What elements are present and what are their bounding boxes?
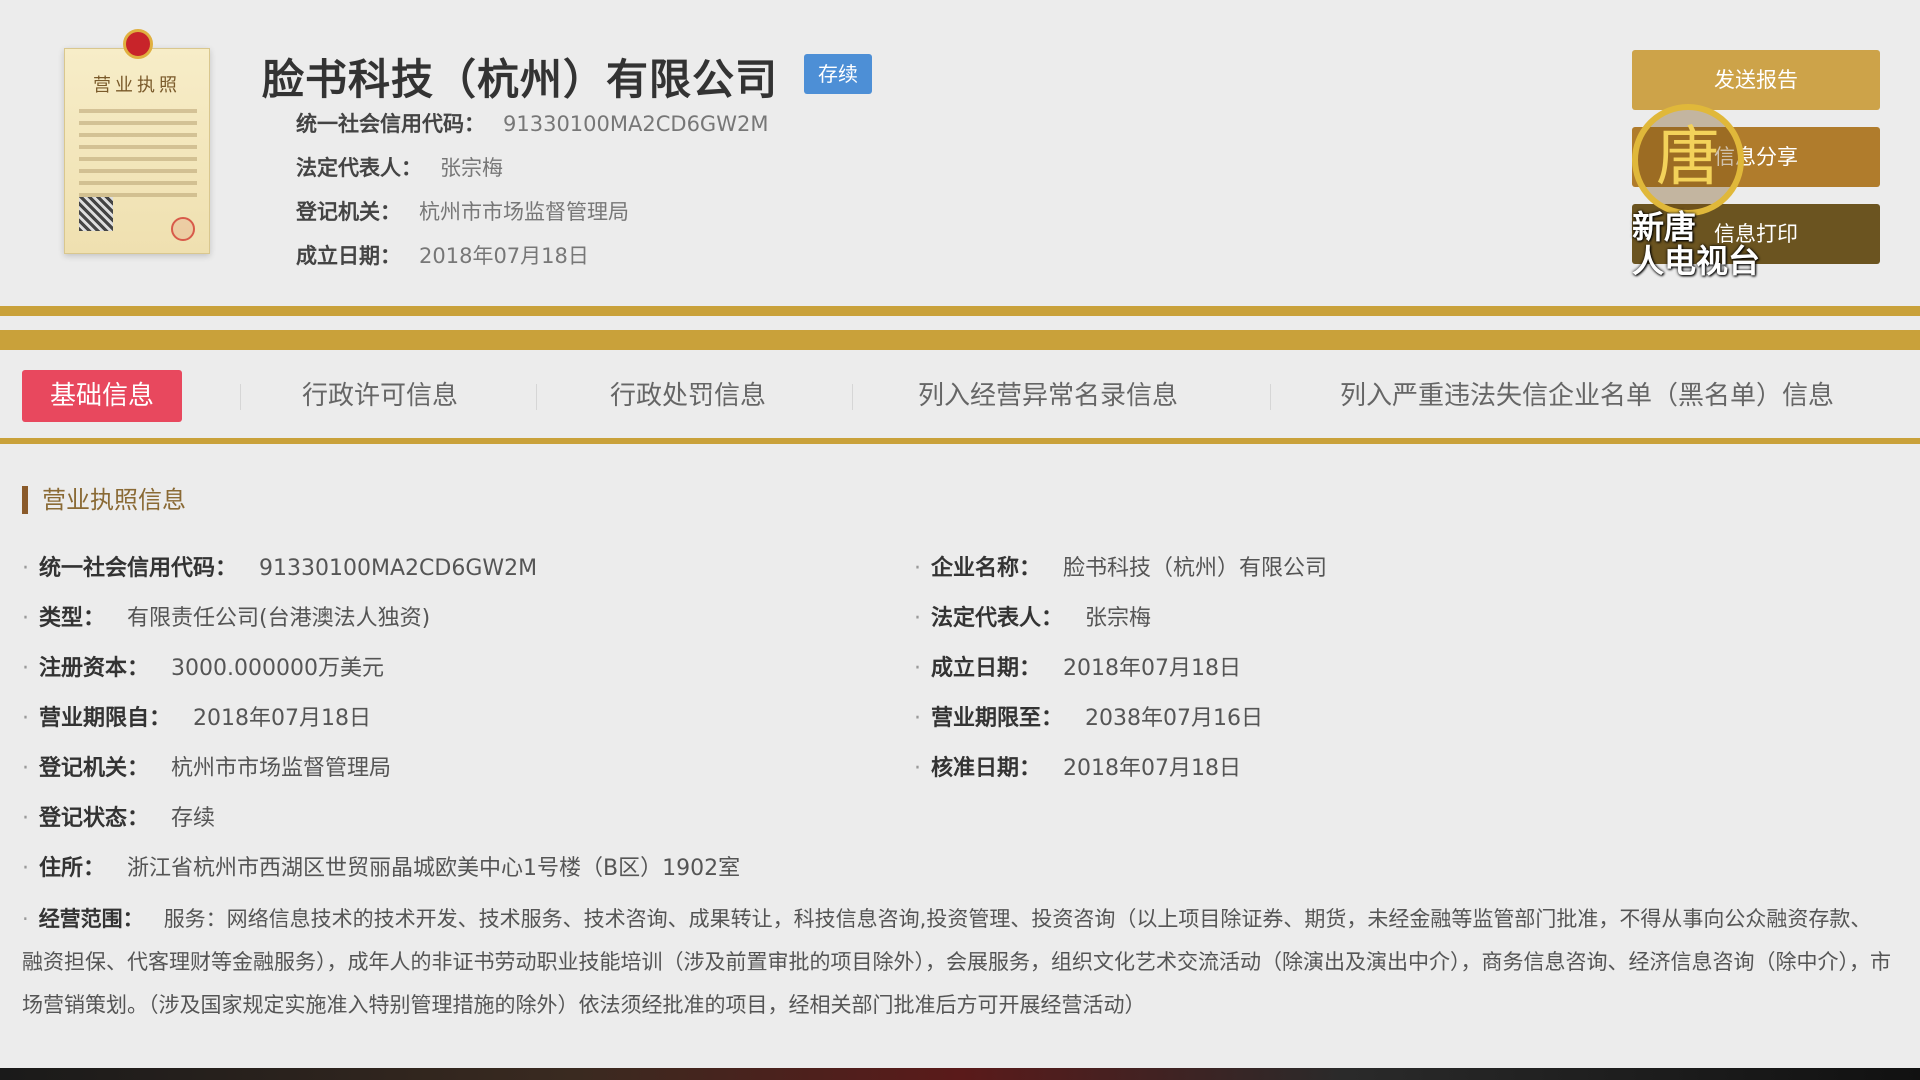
watermark-text: 新唐 人电视台 xyxy=(1632,208,1761,280)
field-value: 有限责任公司(台港澳法人独资) xyxy=(127,606,431,631)
meta-value: 2018年07月18日 xyxy=(419,244,589,268)
field-value: 2018年07月18日 xyxy=(1063,656,1241,681)
field-value: 张宗梅 xyxy=(1085,606,1152,631)
field-established-date: · 成立日期： 2018年07月18日 xyxy=(914,656,1241,681)
tv-station-watermark: 唐 新唐 人电视台 xyxy=(1632,104,1762,284)
meta-value: 91330100MA2CD6GW2M xyxy=(503,112,769,136)
license-thumb-title: 营业执照 xyxy=(93,75,181,96)
business-license-thumbnail[interactable]: 营业执照 xyxy=(64,29,210,254)
tab-basic-info[interactable]: 基础信息 xyxy=(22,370,183,422)
field-value: 杭州市市场监督管理局 xyxy=(171,756,392,781)
qr-code-icon xyxy=(79,197,113,231)
field-label: 统一社会信用代码： xyxy=(39,556,238,581)
tab-abnormal-operation[interactable]: 列入经营异常名录信息 xyxy=(918,370,1178,422)
meta-label: 成立日期： xyxy=(296,244,401,268)
meta-value: 张宗梅 xyxy=(440,156,503,180)
tab-admin-license[interactable]: 行政许可信息 xyxy=(302,370,458,422)
company-header: 营业执照 脸书科技（杭州）有限公司 存续 统一社会信用代码： 91330100MA… xyxy=(0,0,1920,300)
license-text-lines xyxy=(79,109,197,205)
field-label: 经营范围： xyxy=(38,907,144,931)
field-label: 营业期限自： xyxy=(39,706,172,731)
tab-separator xyxy=(536,384,537,410)
section-title-business-license: 营业执照信息 xyxy=(22,486,186,514)
field-registration-status: · 登记状态： 存续 xyxy=(22,806,216,831)
seal-icon xyxy=(171,217,195,241)
tab-separator xyxy=(240,384,241,410)
field-label: 成立日期： xyxy=(931,656,1042,681)
company-name-title: 脸书科技（杭州）有限公司 xyxy=(262,55,779,104)
field-value: 2038年07月16日 xyxy=(1085,706,1263,731)
video-frame-strip xyxy=(0,1068,1920,1080)
field-legal-representative: · 法定代表人： 张宗梅 xyxy=(914,606,1152,631)
field-value: 91330100MA2CD6GW2M xyxy=(259,556,538,581)
status-badge: 存续 xyxy=(804,54,872,94)
field-value: 服务：网络信息技术的技术开发、技术服务、技术咨询、成果转让，科技信息咨询,投资管… xyxy=(22,907,1891,1017)
field-label: 法定代表人： xyxy=(931,606,1064,631)
field-registered-capital: · 注册资本： 3000.000000万美元 xyxy=(22,656,384,681)
meta-registration-authority: 登记机关： 杭州市市场监督管理局 xyxy=(296,196,629,226)
send-report-button[interactable]: 发送报告 xyxy=(1632,50,1880,110)
field-approval-date: · 核准日期： 2018年07月18日 xyxy=(914,756,1241,781)
tv-logo-icon: 唐 xyxy=(1632,104,1744,216)
meta-label: 法定代表人： xyxy=(296,156,422,180)
field-business-scope: · 经营范围： 服务：网络信息技术的技术开发、技术服务、技术咨询、成果转让，科技信息… xyxy=(22,907,1891,1017)
page: 营业执照 脸书科技（杭州）有限公司 存续 统一社会信用代码： 91330100MA… xyxy=(0,0,1920,1080)
field-label: 登记状态： xyxy=(39,806,150,831)
field-value: 存续 xyxy=(171,806,216,831)
tab-blacklist[interactable]: 列入严重违法失信企业名单（黑名单）信息 xyxy=(1340,370,1834,422)
field-label: 住所： xyxy=(39,856,106,881)
field-value: 3000.000000万美元 xyxy=(171,656,384,681)
tabs-underline xyxy=(0,438,1920,444)
field-label: 营业期限至： xyxy=(931,706,1064,731)
field-value: 2018年07月18日 xyxy=(1063,756,1241,781)
field-credit-code: · 统一社会信用代码： 91330100MA2CD6GW2M xyxy=(22,556,538,581)
field-value: 浙江省杭州市西湖区世贸丽晶城欧美中心1号楼（B区）1902室 xyxy=(127,856,741,881)
field-value: 2018年07月18日 xyxy=(193,706,371,731)
field-label: 注册资本： xyxy=(39,656,150,681)
tab-separator xyxy=(852,384,853,410)
field-registration-authority: · 登记机关： 杭州市市场监督管理局 xyxy=(22,756,392,781)
field-label: 类型： xyxy=(39,606,106,631)
field-company-type: · 类型： 有限责任公司(台港澳法人独资) xyxy=(22,606,431,631)
header-divider xyxy=(0,306,1920,316)
field-term-from: · 营业期限自： 2018年07月18日 xyxy=(22,706,371,731)
meta-label: 登记机关： xyxy=(296,200,401,224)
tab-separator xyxy=(1270,384,1271,410)
field-value: 脸书科技（杭州）有限公司 xyxy=(1063,556,1328,581)
field-label: 核准日期： xyxy=(931,756,1042,781)
header-divider-thick xyxy=(0,330,1920,350)
meta-label: 统一社会信用代码： xyxy=(296,112,485,136)
field-address: · 住所： 浙江省杭州市西湖区世贸丽晶城欧美中心1号楼（B区）1902室 xyxy=(22,856,741,881)
meta-value: 杭州市市场监督管理局 xyxy=(419,200,629,224)
meta-credit-code: 统一社会信用代码： 91330100MA2CD6GW2M xyxy=(296,108,768,138)
info-tabs: 基础信息 行政许可信息 行政处罚信息 列入经营异常名录信息 列入严重违法失信企业… xyxy=(0,350,1920,442)
tab-admin-penalty[interactable]: 行政处罚信息 xyxy=(610,370,766,422)
field-term-to: · 营业期限至： 2038年07月16日 xyxy=(914,706,1263,731)
meta-established-date: 成立日期： 2018年07月18日 xyxy=(296,240,589,270)
meta-legal-rep: 法定代表人： 张宗梅 xyxy=(296,152,503,182)
field-company-name: · 企业名称： 脸书科技（杭州）有限公司 xyxy=(914,556,1328,581)
field-label: 登记机关： xyxy=(39,756,150,781)
field-label: 企业名称： xyxy=(931,556,1042,581)
national-emblem-icon xyxy=(123,29,153,59)
